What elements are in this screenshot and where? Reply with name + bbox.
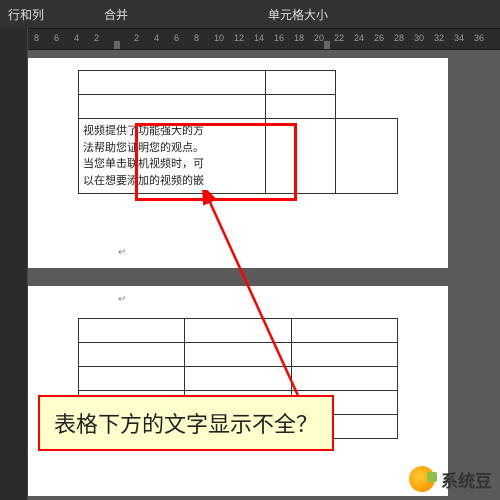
ruler-tick: 16 <box>274 33 284 43</box>
table-row: 视频提供了功能强大的方 法帮助您证明您的观点。 当您单击联机视频时，可 以在想要… <box>79 119 398 194</box>
ruler-indent-marker[interactable] <box>324 41 330 49</box>
ruler-corner <box>0 28 28 50</box>
ruler-tick: 28 <box>394 33 404 43</box>
ruler-tick: 18 <box>294 33 304 43</box>
table-cell[interactable] <box>79 95 266 119</box>
ruler-tick: 8 <box>194 33 199 43</box>
table-row <box>79 343 398 367</box>
ruler-tick: 14 <box>254 33 264 43</box>
table-cell[interactable] <box>266 95 336 119</box>
watermark-name: 系统豆 <box>441 467 492 492</box>
ruler-tick: 10 <box>214 33 224 43</box>
ruler-indent-marker[interactable] <box>114 41 120 49</box>
toolbar-rows-cols[interactable]: 行和列 <box>8 6 44 23</box>
ruler-tick: 34 <box>454 33 464 43</box>
ruler-tick: 4 <box>74 33 79 43</box>
text-line: 法帮助您证明您的观点。 <box>83 142 204 154</box>
page-1: 视频提供了功能强大的方 法帮助您证明您的观点。 当您单击联机视频时，可 以在想要… <box>28 58 448 268</box>
table-cell[interactable] <box>185 343 291 367</box>
table-cell[interactable] <box>79 343 185 367</box>
table-cell[interactable] <box>266 119 336 194</box>
vertical-ruler[interactable] <box>0 50 28 500</box>
table-cell[interactable] <box>266 71 336 95</box>
watermark: 系统豆 <box>409 466 492 492</box>
ruler-scale: 8 6 4 2 2 4 6 8 10 12 14 16 18 20 22 24 … <box>28 29 500 49</box>
text-line: 以在想要添加的视频的嵌 <box>83 175 204 187</box>
ruler-tick: 26 <box>374 33 384 43</box>
ruler-tick: 6 <box>174 33 179 43</box>
ruler-tick: 2 <box>134 33 139 43</box>
table-cell[interactable] <box>291 367 397 391</box>
table-row <box>79 95 398 119</box>
document-canvas[interactable]: 视频提供了功能强大的方 法帮助您证明您的观点。 当您单击联机视频时，可 以在想要… <box>0 50 500 500</box>
table-cell[interactable] <box>79 71 266 95</box>
ribbon-toolbar: 行和列 合并 单元格大小 <box>0 0 500 28</box>
ruler-tick: 24 <box>354 33 364 43</box>
table-row <box>79 367 398 391</box>
text-line: 视频提供了功能强大的方 <box>83 125 204 137</box>
table-cell[interactable] <box>185 367 291 391</box>
ruler-tick: 8 <box>34 33 39 43</box>
table-cell[interactable] <box>185 319 291 343</box>
watermark-logo-icon <box>409 466 435 492</box>
paragraph-mark-icon: ↵ <box>118 294 126 305</box>
table-cell[interactable] <box>335 119 397 194</box>
ruler-tick: 4 <box>154 33 159 43</box>
document-table-1[interactable]: 视频提供了功能强大的方 法帮助您证明您的观点。 当您单击联机视频时，可 以在想要… <box>78 70 398 194</box>
horizontal-ruler[interactable]: 8 6 4 2 2 4 6 8 10 12 14 16 18 20 22 24 … <box>0 28 500 50</box>
ruler-tick: 2 <box>94 33 99 43</box>
ruler-tick: 12 <box>234 33 244 43</box>
page-2: ↵ <box>28 286 448 496</box>
table-row <box>79 71 398 95</box>
ruler-tick: 32 <box>434 33 444 43</box>
table-cell[interactable] <box>79 319 185 343</box>
toolbar-cell-size[interactable]: 单元格大小 <box>268 6 328 23</box>
cell-text[interactable]: 视频提供了功能强大的方 法帮助您证明您的观点。 当您单击联机视频时，可 以在想要… <box>83 123 261 189</box>
table-cell[interactable] <box>291 343 397 367</box>
ruler-tick: 20 <box>314 33 324 43</box>
ruler-tick: 36 <box>474 33 484 43</box>
table-cell-with-text[interactable]: 视频提供了功能强大的方 法帮助您证明您的观点。 当您单击联机视频时，可 以在想要… <box>79 119 266 194</box>
table-cell[interactable] <box>291 319 397 343</box>
ruler-tick: 6 <box>54 33 59 43</box>
ruler-tick: 30 <box>414 33 424 43</box>
callout-text: 表格下方的文字显示不全？ <box>54 412 318 437</box>
text-line: 当您单击联机视频时，可 <box>83 158 204 170</box>
table-cell[interactable] <box>79 367 185 391</box>
ruler-tick: 22 <box>334 33 344 43</box>
toolbar-merge[interactable]: 合并 <box>104 6 128 23</box>
paragraph-mark-icon: ↵ <box>118 247 126 258</box>
annotation-callout: 表格下方的文字显示不全？ <box>38 395 334 451</box>
table-row <box>79 319 398 343</box>
